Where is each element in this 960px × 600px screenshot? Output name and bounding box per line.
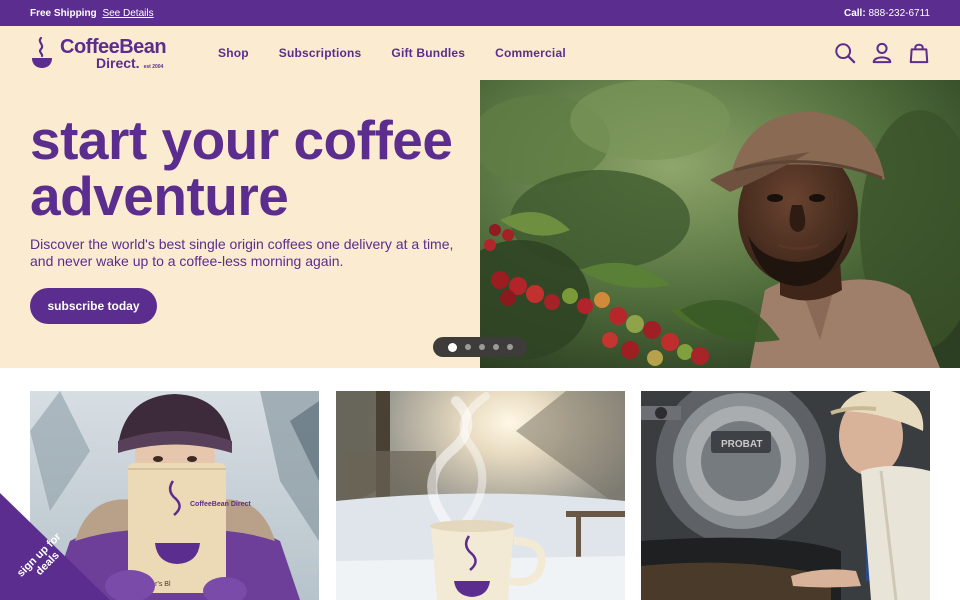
main-nav: Shop Subscriptions Gift Bundles Commerci… <box>218 46 596 60</box>
coffee-roaster-photo: PROBAT <box>641 391 930 600</box>
call-label: Call: <box>844 7 866 19</box>
promo-card-mug[interactable] <box>336 391 625 600</box>
promo-bar: Free Shipping See Details Call: 888-232-… <box>0 0 960 26</box>
subscribe-button[interactable]: subscribe today <box>30 288 157 324</box>
logo[interactable]: CoffeeBean Direct. est 2004 <box>30 33 182 73</box>
promo-phone: Call: 888-232-6711 <box>844 8 930 19</box>
search-icon[interactable] <box>834 42 856 64</box>
coffee-cup-logo-icon <box>32 36 52 68</box>
free-shipping-text: Free Shipping <box>30 7 97 19</box>
hero-subtitle: Discover the world's best single origin … <box>30 236 454 269</box>
hero-text: start your coffee adventure Discover the… <box>30 112 475 270</box>
carousel-dot-1[interactable] <box>447 342 457 352</box>
header-icons <box>819 42 930 64</box>
logo-line1: CoffeeBean <box>60 35 167 58</box>
bag-brand: CoffeeBean Direct <box>190 501 251 508</box>
svg-text:PROBAT: PROBAT <box>721 439 762 450</box>
hero-title: start your coffee adventure <box>30 109 453 227</box>
nav-subscriptions[interactable]: Subscriptions <box>279 46 362 60</box>
site-header: CoffeeBean Direct. est 2004 Shop Subscri… <box>0 26 960 80</box>
carousel-dot-4[interactable] <box>492 344 499 350</box>
carousel-dot-5[interactable] <box>506 344 513 350</box>
account-icon[interactable] <box>871 42 893 64</box>
signup-deals-badge[interactable] <box>0 493 110 600</box>
see-details-link[interactable]: See Details <box>102 8 153 19</box>
farmer-illustration <box>480 80 960 368</box>
logo-est: est 2004 <box>143 63 164 70</box>
carousel-dots <box>433 337 527 357</box>
hero-image-coffee-farmer <box>480 80 960 368</box>
promo-card-roaster[interactable]: PROBAT <box>641 391 930 600</box>
promo-shipping: Free Shipping See Details <box>30 8 154 19</box>
nav-commercial[interactable]: Commercial <box>495 46 566 60</box>
hero-banner: start your coffee adventure Discover the… <box>0 80 960 368</box>
cart-icon[interactable] <box>908 42 930 64</box>
nav-gift-bundles[interactable]: Gift Bundles <box>391 46 465 60</box>
phone-number[interactable]: 888-232-6711 <box>868 8 930 19</box>
carousel-dot-3[interactable] <box>478 344 485 350</box>
carousel-dot-2[interactable] <box>464 344 471 350</box>
steaming-mug-photo <box>336 391 625 600</box>
logo-text: CoffeeBean Direct. est 2004 <box>60 35 167 70</box>
nav-shop[interactable]: Shop <box>218 46 249 60</box>
logo-line2: Direct. est 2004 <box>96 56 166 70</box>
logo-line2-text: Direct. <box>96 54 140 71</box>
